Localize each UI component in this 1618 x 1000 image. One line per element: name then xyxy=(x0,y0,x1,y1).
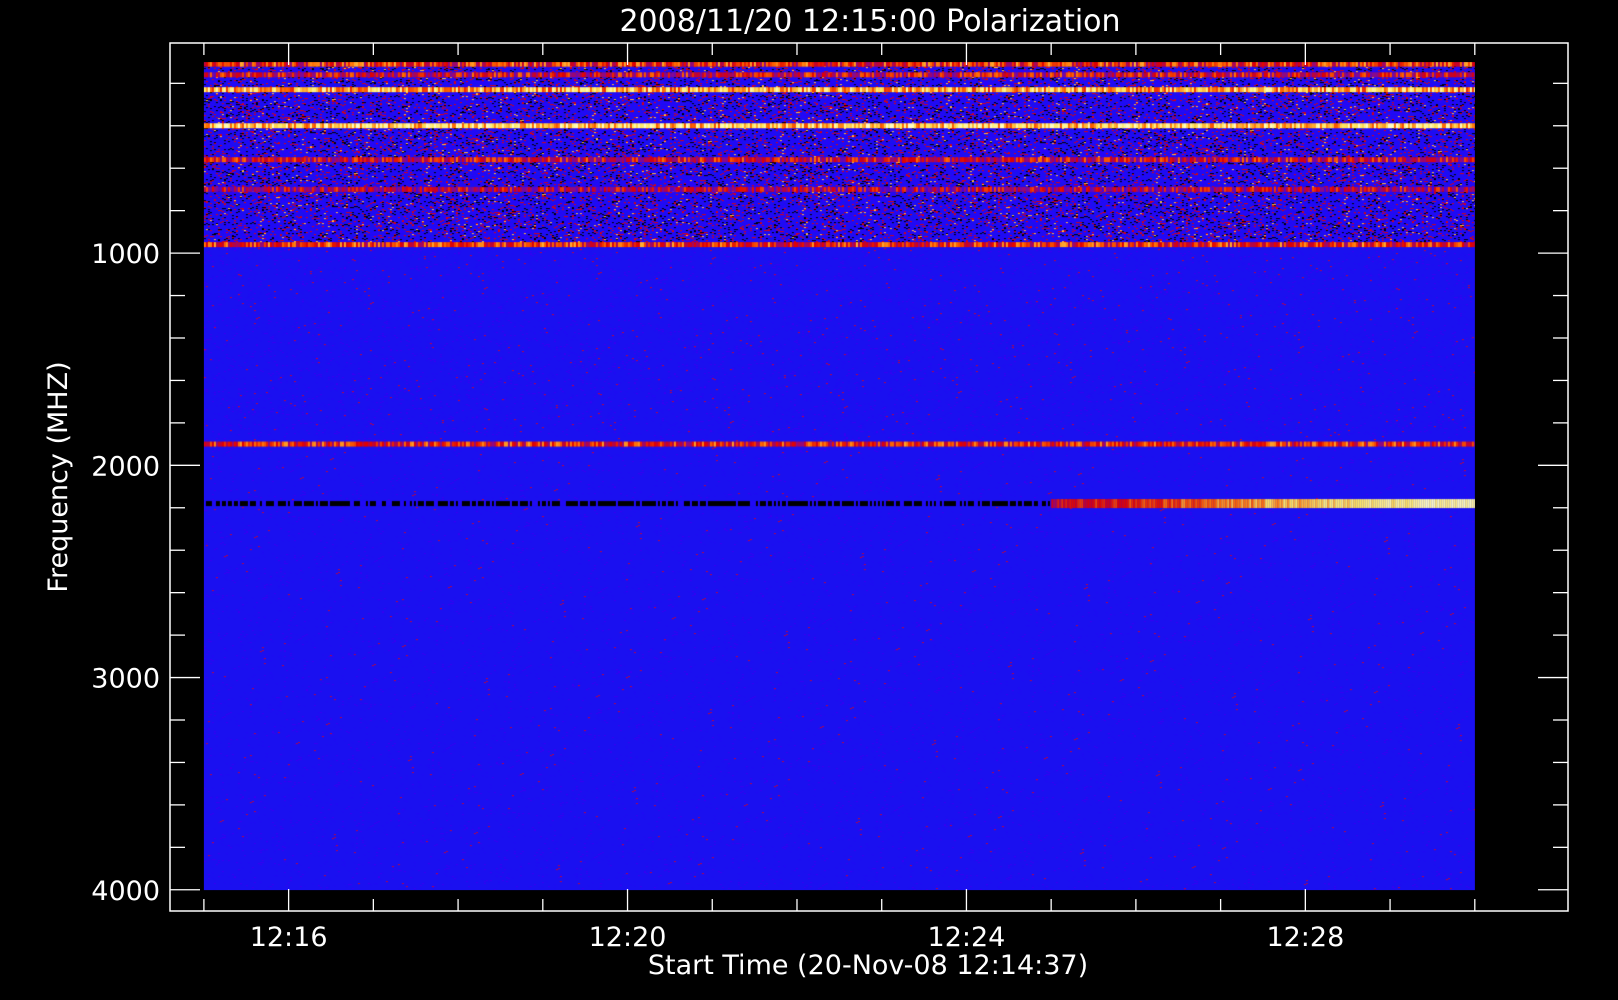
y-tick-label: 1000 xyxy=(91,239,160,270)
x-axis-label: Start Time (20-Nov-08 12:14:37) xyxy=(648,950,1088,981)
y-tick-label: 4000 xyxy=(91,876,160,907)
chart-title: 2008/11/20 12:15:00 Polarization xyxy=(619,4,1120,39)
x-tick-label: 12:28 xyxy=(1266,922,1344,953)
x-tick-label: 12:24 xyxy=(928,922,1006,953)
spectrogram-chart: 2008/11/20 12:15:00 Polarization 12:16 12… xyxy=(0,0,1618,1000)
heatmap-layer xyxy=(203,62,1475,891)
y-axis-label: Frequency (MHZ) xyxy=(43,361,74,592)
x-tick-label: 12:16 xyxy=(250,922,328,953)
y-tick-label: 3000 xyxy=(91,664,160,695)
x-tick-label: 12:20 xyxy=(589,922,667,953)
y-tick-label: 2000 xyxy=(91,451,160,482)
spectrogram-image xyxy=(203,62,1475,891)
